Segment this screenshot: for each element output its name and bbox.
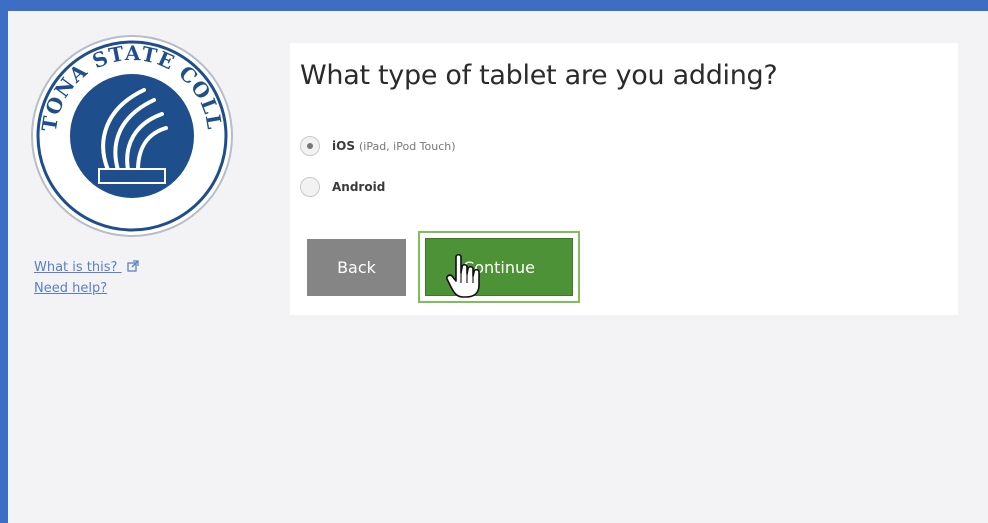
what-is-this-link[interactable]: What is this? [34,257,139,278]
radio-android[interactable] [300,177,320,197]
external-link-icon [126,260,139,272]
what-is-this-label: What is this? [34,260,118,275]
back-button[interactable]: Back [307,239,406,296]
side-links: What is this? Need help? [34,257,139,299]
radio-ios[interactable] [300,136,320,156]
continue-focus-ring: Continue [418,231,580,303]
hand-pointer-cursor-icon [446,253,480,298]
option-android-label: Android [332,180,386,194]
option-ios-label: iOS [332,139,355,153]
page-title: What type of tablet are you adding? [300,60,778,91]
option-android[interactable]: Android [300,177,385,197]
college-seal-logo: DAYTONA STATE COLLEGE FOUNDED 1957 [26,30,233,237]
option-ios[interactable]: iOS (iPad, iPod Touch) [300,136,456,156]
need-help-link[interactable]: Need help? [34,278,139,299]
option-ios-detail: (iPad, iPod Touch) [358,139,456,153]
